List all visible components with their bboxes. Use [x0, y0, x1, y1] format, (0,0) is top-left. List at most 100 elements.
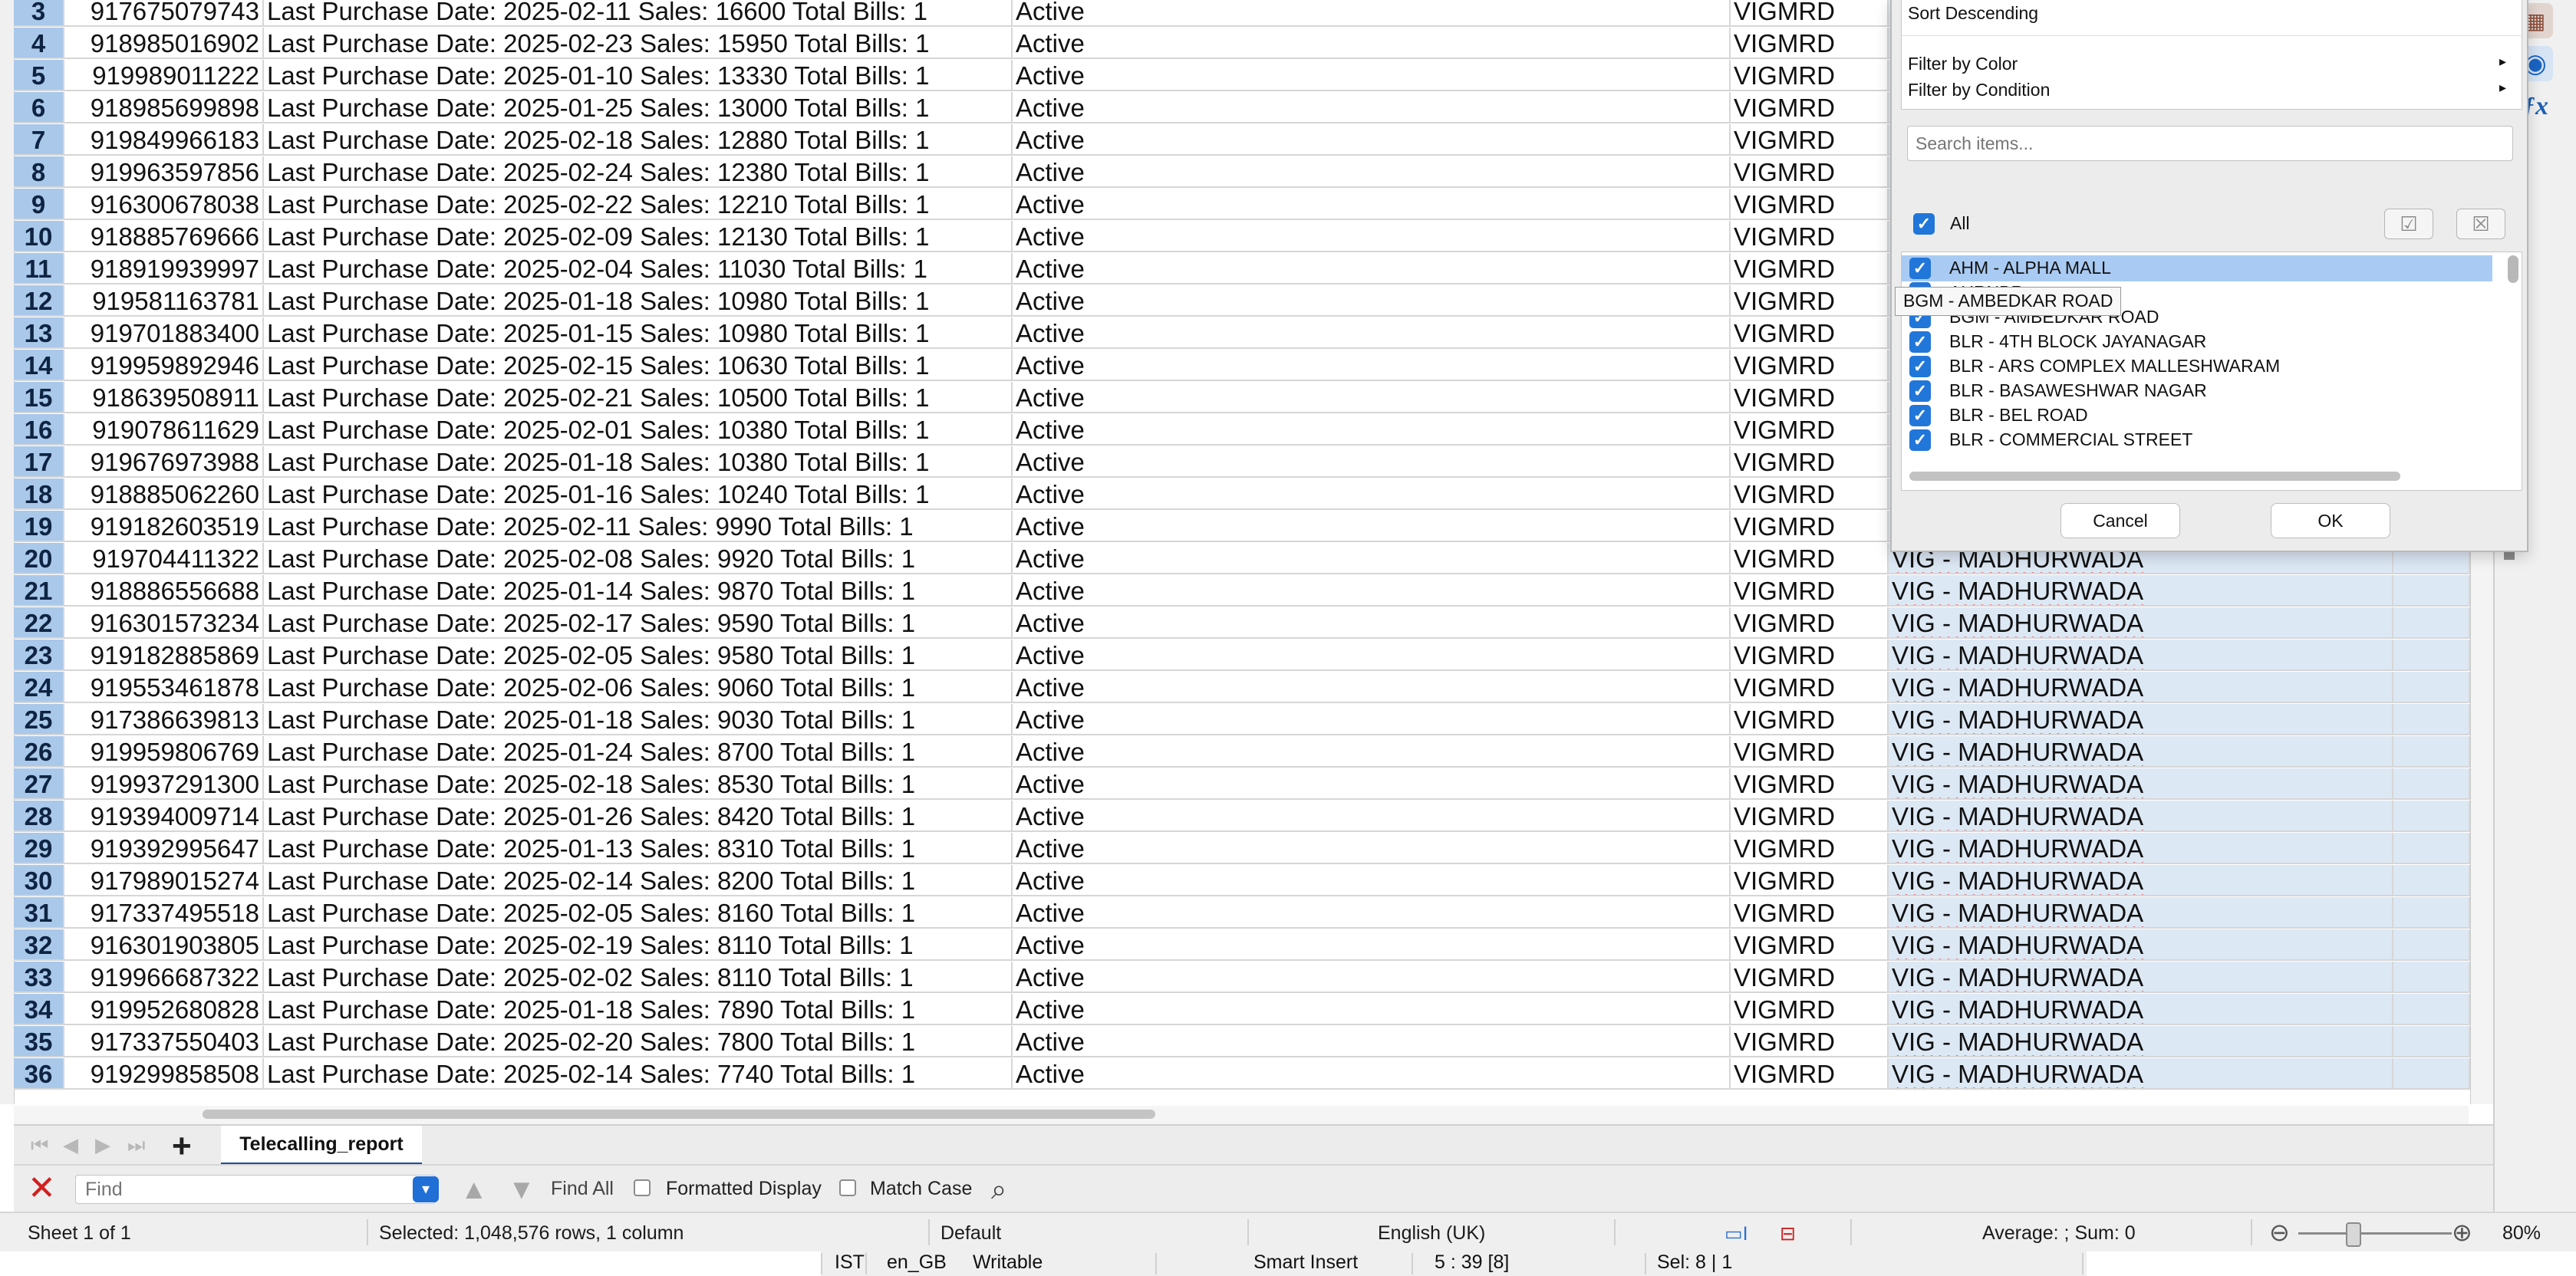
phone-cell[interactable]: 918885062260 — [64, 479, 264, 510]
find-previous-icon[interactable]: ▲ — [460, 1173, 488, 1205]
row-header[interactable]: 19 — [14, 511, 64, 542]
store-code-cell[interactable]: VIGMRD — [1731, 994, 1889, 1025]
purchase-date-cell[interactable]: Last Purchase Date: 2025-02-24 Sales: 12… — [264, 156, 1013, 188]
row-header[interactable]: 31 — [14, 897, 64, 929]
filter-item-checkbox[interactable]: ✓ — [1909, 258, 1931, 279]
status-cell[interactable]: Active — [1013, 511, 1731, 542]
store-name-cell[interactable]: VIG - MADHURWADA — [1889, 640, 2393, 671]
filter-list-item[interactable]: ✓ BLR - ARS COMPLEX MALLESHWARAM — [1902, 354, 2492, 380]
empty-cell[interactable] — [2393, 672, 2470, 703]
store-code-cell[interactable]: VIGMRD — [1731, 189, 1889, 220]
status-cell[interactable]: Active — [1013, 382, 1731, 413]
status-cell[interactable]: Active — [1013, 221, 1731, 252]
row-header[interactable]: 3 — [14, 0, 64, 27]
purchase-date-cell[interactable]: Last Purchase Date: 2025-02-05 Sales: 81… — [264, 897, 1013, 929]
store-code-cell[interactable]: VIGMRD — [1731, 221, 1889, 252]
row-header[interactable]: 7 — [14, 124, 64, 156]
store-code-cell[interactable]: VIGMRD — [1731, 479, 1889, 510]
status-cell[interactable]: Active — [1013, 479, 1731, 510]
status-cell[interactable]: Active — [1013, 253, 1731, 284]
store-code-cell[interactable]: VIGMRD — [1731, 446, 1889, 478]
store-name-cell[interactable]: VIG - MADHURWADA — [1889, 962, 2393, 993]
phone-cell[interactable]: 918919939997 — [64, 253, 264, 284]
empty-cell[interactable] — [2393, 897, 2470, 929]
filter-item-checkbox[interactable]: ✓ — [1909, 429, 1931, 451]
phone-cell[interactable]: 916301573234 — [64, 607, 264, 639]
purchase-date-cell[interactable]: Last Purchase Date: 2025-02-14 Sales: 82… — [264, 865, 1013, 896]
phone-cell[interactable]: 919182885869 — [64, 640, 264, 671]
purchase-date-cell[interactable]: Last Purchase Date: 2025-01-26 Sales: 84… — [264, 801, 1013, 832]
empty-cell[interactable] — [2393, 704, 2470, 735]
horizontal-scroll-thumb[interactable] — [203, 1110, 1155, 1119]
empty-cell[interactable] — [2393, 768, 2470, 800]
store-code-cell[interactable]: VIGMRD — [1731, 253, 1889, 284]
empty-cell[interactable] — [2393, 607, 2470, 639]
store-code-cell[interactable]: VIGMRD — [1731, 1058, 1889, 1090]
store-code-cell[interactable]: VIGMRD — [1731, 672, 1889, 703]
selection-summary[interactable]: Average: ; Sum: 0 — [1982, 1222, 2136, 1245]
status-cell[interactable]: Active — [1013, 0, 1731, 27]
horizontal-scrollbar[interactable] — [14, 1106, 2469, 1124]
status-cell[interactable]: Active — [1013, 124, 1731, 156]
empty-cell[interactable] — [2393, 865, 2470, 896]
phone-cell[interactable]: 919989011222 — [64, 60, 264, 91]
uncheck-all-button[interactable]: ☒ — [2456, 209, 2505, 239]
store-name-cell[interactable]: VIG - MADHURWADA — [1889, 768, 2393, 800]
purchase-date-cell[interactable]: Last Purchase Date: 2025-02-11 Sales: 99… — [264, 511, 1013, 542]
filter-list-item[interactable]: ✓ BLR - 4TH BLOCK JAYANAGAR — [1902, 329, 2492, 355]
store-code-cell[interactable]: VIGMRD — [1731, 543, 1889, 574]
row-header[interactable]: 13 — [14, 317, 64, 349]
phone-cell[interactable]: 919952680828 — [64, 994, 264, 1025]
find-next-icon[interactable]: ▼ — [508, 1173, 535, 1205]
status-cell[interactable]: Active — [1013, 929, 1731, 961]
purchase-date-cell[interactable]: Last Purchase Date: 2025-02-18 Sales: 85… — [264, 768, 1013, 800]
purchase-date-cell[interactable]: Last Purchase Date: 2025-01-18 Sales: 10… — [264, 285, 1013, 317]
purchase-date-cell[interactable]: Last Purchase Date: 2025-02-04 Sales: 11… — [264, 253, 1013, 284]
phone-cell[interactable]: 918639508911 — [64, 382, 264, 413]
row-header[interactable]: 12 — [14, 285, 64, 317]
purchase-date-cell[interactable]: Last Purchase Date: 2025-01-18 Sales: 78… — [264, 994, 1013, 1025]
filter-search-input[interactable] — [1907, 126, 2513, 161]
phone-cell[interactable]: 919959806769 — [64, 736, 264, 768]
phone-cell[interactable]: 919299858508 — [64, 1058, 264, 1090]
filter-item-checkbox[interactable]: ✓ — [1909, 405, 1931, 426]
selection-mode-icon[interactable]: ▭I — [1724, 1222, 1748, 1245]
purchase-date-cell[interactable]: Last Purchase Date: 2025-01-10 Sales: 13… — [264, 60, 1013, 91]
language[interactable]: English (UK) — [1378, 1222, 1485, 1245]
store-code-cell[interactable]: VIGMRD — [1731, 575, 1889, 607]
store-code-cell[interactable]: VIGMRD — [1731, 28, 1889, 59]
purchase-date-cell[interactable]: Last Purchase Date: 2025-02-02 Sales: 81… — [264, 962, 1013, 993]
store-code-cell[interactable]: VIGMRD — [1731, 736, 1889, 768]
row-header[interactable]: 11 — [14, 253, 64, 284]
status-cell[interactable]: Active — [1013, 833, 1731, 864]
row-header[interactable]: 26 — [14, 736, 64, 768]
purchase-date-cell[interactable]: Last Purchase Date: 2025-02-06 Sales: 90… — [264, 672, 1013, 703]
row-header[interactable]: 33 — [14, 962, 64, 993]
purchase-date-cell[interactable]: Last Purchase Date: 2025-02-01 Sales: 10… — [264, 414, 1013, 446]
row-header[interactable]: 27 — [14, 768, 64, 800]
phone-cell[interactable]: 919937291300 — [64, 768, 264, 800]
status-cell[interactable]: Active — [1013, 189, 1731, 220]
cancel-button[interactable]: Cancel — [2060, 503, 2180, 538]
phone-cell[interactable]: 917675079743 — [64, 0, 264, 27]
filter-item-checkbox[interactable]: ✓ — [1909, 356, 1931, 377]
empty-cell[interactable] — [2393, 833, 2470, 864]
find-input[interactable] — [75, 1175, 436, 1204]
match-case-checkbox[interactable] — [839, 1179, 856, 1196]
empty-cell[interactable] — [2393, 962, 2470, 993]
status-cell[interactable]: Active — [1013, 543, 1731, 574]
store-name-cell[interactable]: VIG - MADHURWADA — [1889, 897, 2393, 929]
add-sheet-button[interactable]: + — [172, 1127, 192, 1166]
empty-cell[interactable] — [2393, 1026, 2470, 1057]
zoom-slider[interactable] — [2298, 1232, 2452, 1235]
phone-cell[interactable]: 919182603519 — [64, 511, 264, 542]
status-cell[interactable]: Active — [1013, 92, 1731, 123]
phone-cell[interactable]: 919704411322 — [64, 543, 264, 574]
phone-cell[interactable]: 919959892946 — [64, 350, 264, 381]
status-cell[interactable]: Active — [1013, 962, 1731, 993]
store-name-cell[interactable]: VIG - MADHURWADA — [1889, 736, 2393, 768]
empty-cell[interactable] — [2393, 929, 2470, 961]
empty-cell[interactable] — [2393, 575, 2470, 607]
row-header[interactable]: 24 — [14, 672, 64, 703]
row-header[interactable]: 32 — [14, 929, 64, 961]
